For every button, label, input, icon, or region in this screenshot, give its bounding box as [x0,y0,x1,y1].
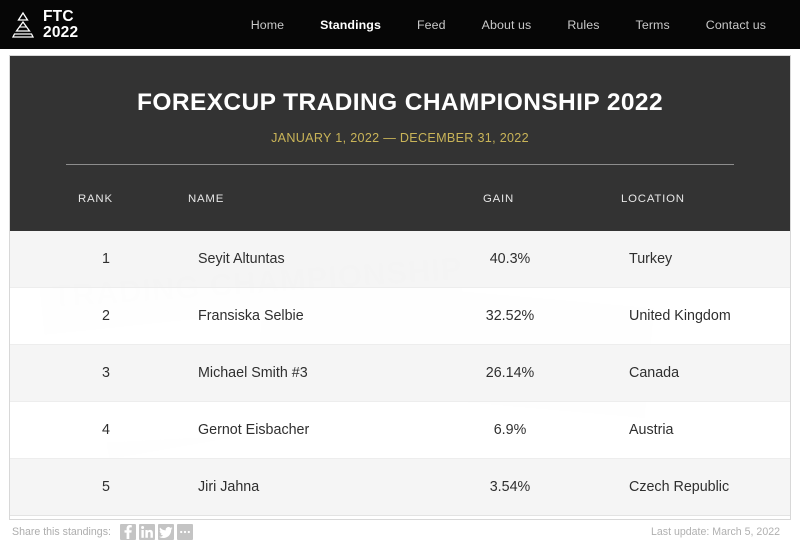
column-header-gain: GAIN [483,193,515,205]
cell-gain: 3.54% [489,479,531,495]
cell-name: Gernot Eisbacher [198,422,310,438]
cell-gain: 26.14% [485,365,535,381]
nav-link-home[interactable]: Home [233,12,302,38]
linkedin-icon [141,525,153,538]
pyramid-logo-icon [10,10,36,40]
nav-link-feed[interactable]: Feed [399,12,464,38]
date-range-subtitle: JANUARY 1, 2022 — DECEMBER 31, 2022 [271,131,529,145]
cell-name: Michael Smith #3 [198,365,308,381]
table-row[interactable]: 4 Gernot Eisbacher 6.9% Austria [10,402,790,459]
share-facebook-button[interactable] [119,523,136,540]
share-linkedin-button[interactable] [138,523,155,540]
standings-card: FOREXCUP TRADING CHAMPIONSHIP 2022 JANUA… [9,55,791,520]
table-row[interactable]: 5 Jiri Jahna 3.54% Czech Republic [10,459,790,516]
cell-rank: 5 [102,479,110,495]
cell-location: United Kingdom [629,308,731,324]
page-footer: Share this standings: Last update: March… [0,520,800,543]
standings-table-body: TRADING CHAMPIONSHIP 1 Seyit Altuntas 40… [10,231,790,516]
brand-logo[interactable]: FTC 2022 [10,7,79,41]
cell-gain: 32.52% [485,308,535,324]
twitter-icon [158,526,173,538]
column-header-location: LOCATION [621,193,685,205]
cell-rank: 4 [102,422,110,438]
brand-line-1: FTC [43,7,74,25]
nav-link-contact-us[interactable]: Contact us [688,12,784,38]
brand-text: FTC 2022 [43,7,79,41]
share-icons [119,523,193,540]
cell-gain: 6.9% [493,422,527,438]
cell-name: Seyit Altuntas [198,251,285,267]
nav-link-rules[interactable]: Rules [549,12,617,38]
table-row[interactable]: 2 Fransiska Selbie 32.52% United Kingdom [10,288,790,345]
nav-links: Home Standings Feed About us Rules Terms… [233,12,784,38]
header-divider [66,164,734,165]
cell-location: Czech Republic [629,479,730,495]
nav-link-terms[interactable]: Terms [618,12,688,38]
facebook-icon [124,524,132,539]
cell-name: Jiri Jahna [198,479,260,495]
cell-gain: 40.3% [489,251,531,267]
table-row[interactable]: 1 Seyit Altuntas 40.3% Turkey [10,231,790,288]
page-title: FOREXCUP TRADING CHAMPIONSHIP 2022 [137,89,663,116]
cell-location: Austria [629,422,674,438]
nav-link-about-us[interactable]: About us [464,12,550,38]
top-navigation-bar: FTC 2022 Home Standings Feed About us Ru… [0,0,800,49]
share-label: Share this standings: [12,525,111,538]
column-header-rank: RANK [78,193,113,205]
table-column-headers: RANK NAME GAIN LOCATION [10,193,790,217]
last-update-text: Last update: March 5, 2022 [651,525,780,538]
nav-link-standings[interactable]: Standings [302,12,399,38]
brand-line-2: 2022 [43,23,79,41]
share-twitter-button[interactable] [157,523,174,540]
standings-card-header: FOREXCUP TRADING CHAMPIONSHIP 2022 JANUA… [10,56,790,231]
more-icon [179,530,190,533]
share-more-button[interactable] [176,523,193,540]
cell-rank: 3 [102,365,110,381]
cell-rank: 1 [102,251,110,267]
cell-location: Canada [629,365,680,381]
cell-name: Fransiska Selbie [198,308,304,324]
cell-location: Turkey [629,251,673,267]
column-header-name: NAME [188,193,225,205]
standings-page: FTC 2022 Home Standings Feed About us Ru… [0,0,800,543]
table-row[interactable]: 3 Michael Smith #3 26.14% Canada [10,345,790,402]
cell-rank: 2 [102,308,110,324]
